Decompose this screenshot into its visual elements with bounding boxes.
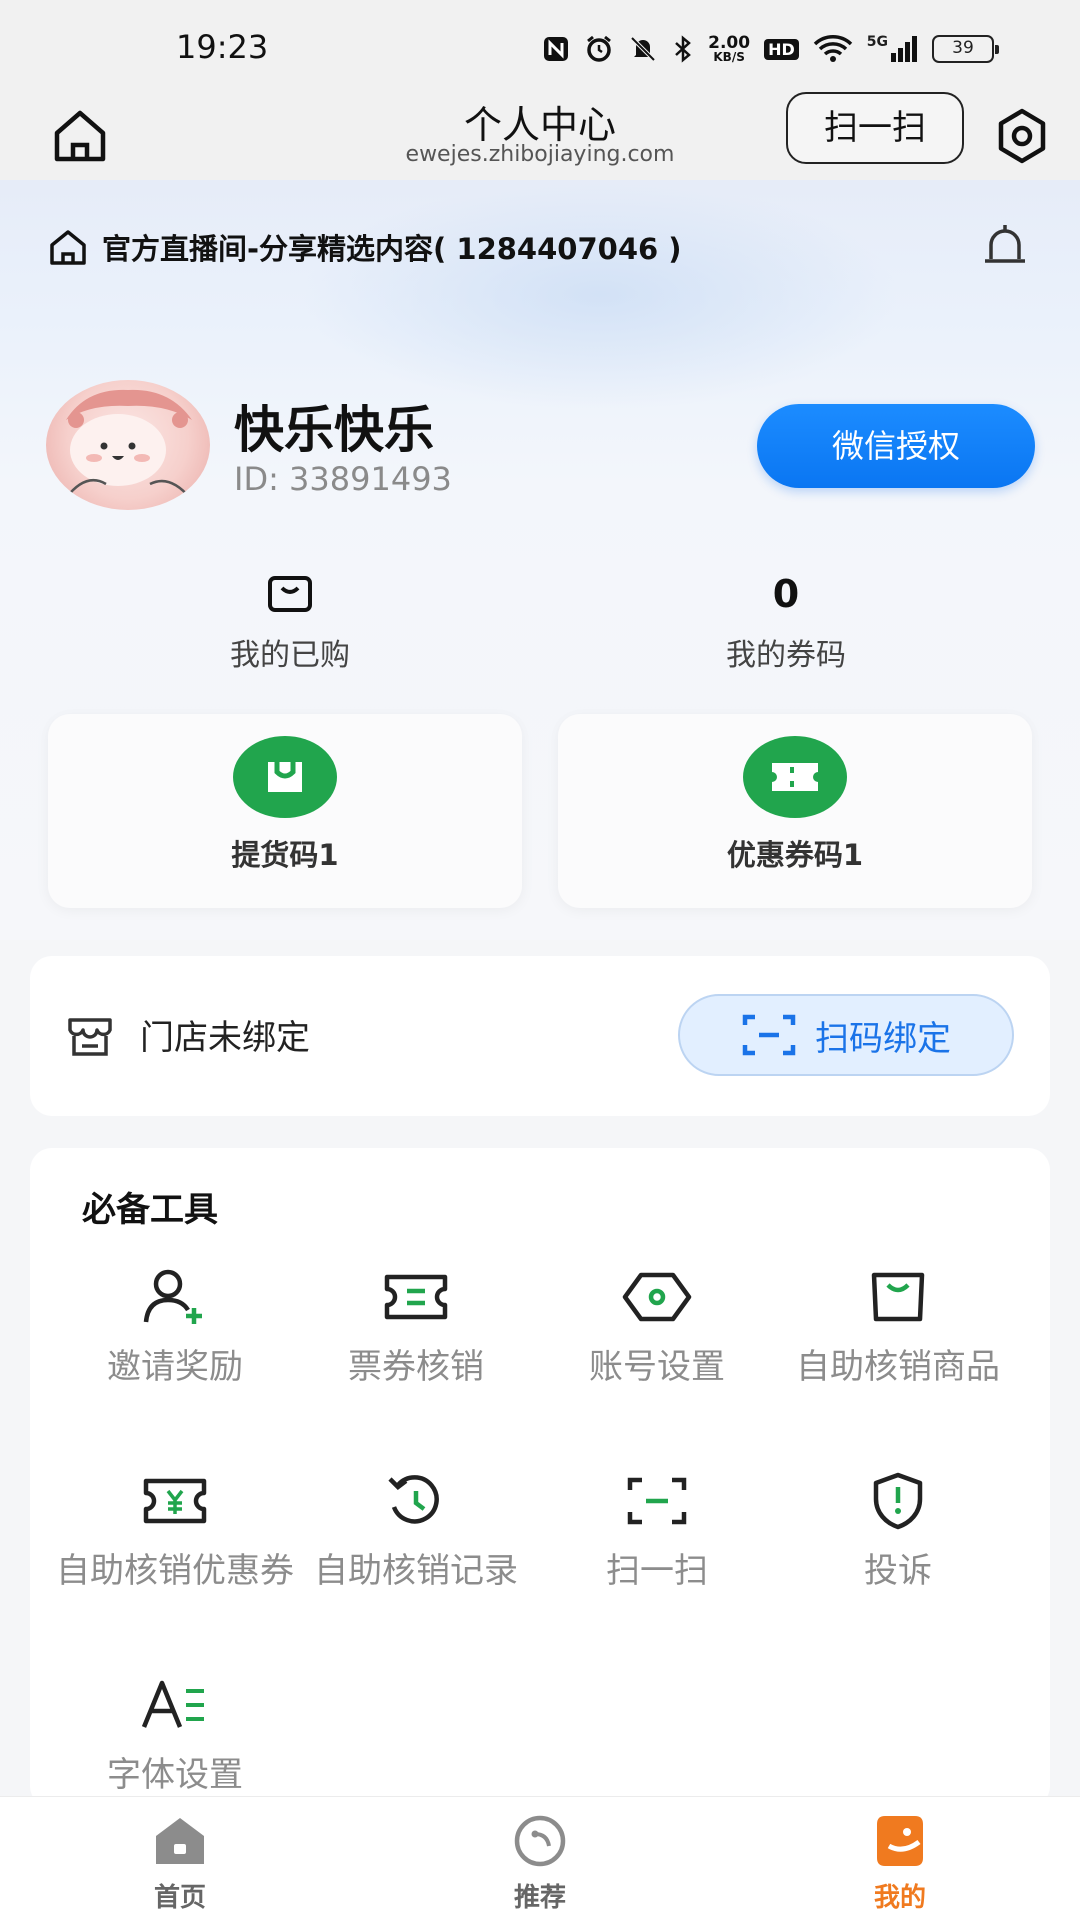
gear-icon: [998, 108, 1046, 164]
my-purchased[interactable]: 我的已购: [200, 570, 380, 674]
tool-self-redeem-coupon[interactable]: 自助核销优惠券: [55, 1466, 295, 1592]
pickup-code-label: 提货码1: [231, 838, 339, 872]
status-time: 19:23: [176, 28, 269, 66]
my-coupons[interactable]: 0 我的券码: [686, 570, 886, 674]
coupons-count: 0: [772, 572, 800, 616]
settings-button[interactable]: [990, 104, 1054, 168]
purchased-label: 我的已购: [230, 638, 350, 673]
status-icons: 2.00 KB/S HD 5G 39: [542, 26, 999, 72]
wifi-icon: [813, 34, 853, 64]
mine-icon: [877, 1816, 923, 1866]
tool-complaint[interactable]: 投诉: [778, 1466, 1018, 1592]
notification-button[interactable]: [976, 218, 1034, 276]
bag-icon: [871, 1272, 925, 1322]
hd-badge: HD: [764, 38, 799, 60]
scan-button[interactable]: 扫一扫: [786, 92, 964, 164]
status-bar: 19:23 2.00 KB/S HD 5G 39: [0, 0, 1080, 92]
store-status-label: 门店未绑定: [140, 1018, 310, 1058]
avatar[interactable]: [46, 380, 210, 510]
tool-invite-reward[interactable]: 邀请奖励: [55, 1262, 295, 1388]
scan-bind-label: 扫码绑定: [815, 1018, 951, 1059]
coupon-code-card[interactable]: 优惠券码1: [558, 714, 1032, 908]
tool-scan[interactable]: 扫一扫: [537, 1466, 777, 1592]
tool-account-settings[interactable]: 账号设置: [537, 1262, 777, 1388]
tab-mine[interactable]: 我的: [800, 1797, 1000, 1920]
pickup-code-card[interactable]: 提货码1: [48, 714, 522, 908]
scan-bind-button[interactable]: 扫码绑定: [678, 994, 1014, 1076]
tool-self-redeem-goods[interactable]: 自助核销商品: [778, 1262, 1018, 1388]
store-icon: [68, 1018, 112, 1056]
store-binding-card: 门店未绑定 扫码绑定: [30, 956, 1050, 1116]
mute-icon: [628, 34, 658, 64]
ticket-icon: [384, 1274, 448, 1320]
complaint-icon: [873, 1472, 923, 1530]
scan-icon: [627, 1477, 687, 1525]
bell-icon: [985, 225, 1025, 263]
font-settings-icon: [141, 1680, 204, 1728]
bluetooth-icon: [672, 34, 694, 64]
network-speed: 2.00 KB/S: [708, 33, 751, 64]
scan-icon: [742, 1014, 796, 1056]
tab-bar: 首页 推荐 我的: [0, 1796, 1080, 1920]
tool-self-redeem-history[interactable]: 自助核销记录: [296, 1466, 536, 1592]
tool-font-settings[interactable]: 字体设置: [55, 1670, 295, 1796]
tab-home[interactable]: 首页: [80, 1797, 280, 1920]
yuan-coupon-icon: [143, 1478, 207, 1524]
user-id: ID: 33891493: [234, 460, 452, 498]
coupon-code-label: 优惠券码1: [726, 838, 864, 872]
bag-icon: [268, 576, 312, 612]
battery-indicator: 39: [932, 35, 999, 63]
home-icon: [156, 1818, 204, 1864]
signal-icon: 5G: [867, 35, 918, 63]
live-room-link[interactable]: 官方直播间-分享精选内容( 1284407046 ): [48, 222, 682, 272]
username: 快乐快乐: [234, 401, 434, 459]
ticket-icon: [743, 736, 847, 818]
account-settings-icon: [622, 1272, 692, 1322]
wechat-authorize-button[interactable]: 微信授权: [757, 404, 1035, 488]
tools-title: 必备工具: [82, 1190, 218, 1230]
home-icon: [50, 230, 86, 265]
pickup-icon: [233, 736, 337, 818]
alarm-icon: [584, 34, 614, 64]
tools-card: 必备工具 邀请奖励 票券核销 账号设置 自助核销商品 自助核销优惠券 自助核销记…: [30, 1148, 1050, 1808]
recommend-icon: [514, 1815, 566, 1867]
coupons-label: 我的券码: [726, 638, 846, 673]
tab-recommend[interactable]: 推荐: [440, 1797, 640, 1920]
invite-user-icon: [143, 1269, 202, 1324]
tool-ticket-redeem[interactable]: 票券核销: [296, 1262, 536, 1388]
history-icon: [388, 1475, 439, 1524]
nfc-icon: [542, 35, 570, 63]
top-nav: 个人中心 ewejes.zhibojiaying.com 扫一扫: [0, 92, 1080, 180]
live-room-name: 官方直播间-分享精选内容( 1284407046 ): [102, 232, 682, 266]
